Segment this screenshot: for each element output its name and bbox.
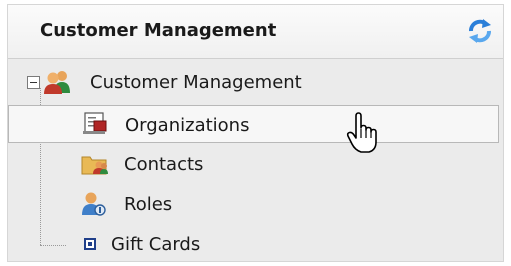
gift-card-icon: [84, 238, 96, 250]
refresh-icon[interactable]: [467, 18, 493, 44]
tree-item-roles[interactable]: Roles: [8, 185, 503, 223]
tree-item-label: Contacts: [124, 154, 204, 175]
hand-pointer-icon: [346, 112, 380, 154]
collapse-icon[interactable]: [27, 76, 40, 89]
roles-icon: [81, 191, 107, 217]
tree-item-gift-cards[interactable]: Gift Cards: [8, 225, 503, 263]
tree-item-label: Roles: [124, 194, 173, 215]
tree-node-customer-management[interactable]: Customer Management: [8, 63, 503, 101]
tree-item-organizations[interactable]: Organizations: [8, 105, 499, 143]
organization-icon: [82, 112, 108, 136]
customers-icon: [43, 69, 73, 95]
contacts-folder-icon: [81, 152, 109, 176]
navigation-tree: Customer Management Organizations Contac…: [8, 58, 503, 261]
panel-title: Customer Management: [40, 20, 277, 41]
customer-management-panel: Customer Management Customer Management …: [7, 4, 504, 262]
tree-item-contacts[interactable]: Contacts: [8, 145, 503, 183]
tree-item-label: Gift Cards: [111, 234, 201, 255]
tree-node-label: Customer Management: [90, 72, 302, 93]
panel-header: Customer Management: [8, 5, 503, 59]
tree-item-label: Organizations: [125, 115, 250, 136]
